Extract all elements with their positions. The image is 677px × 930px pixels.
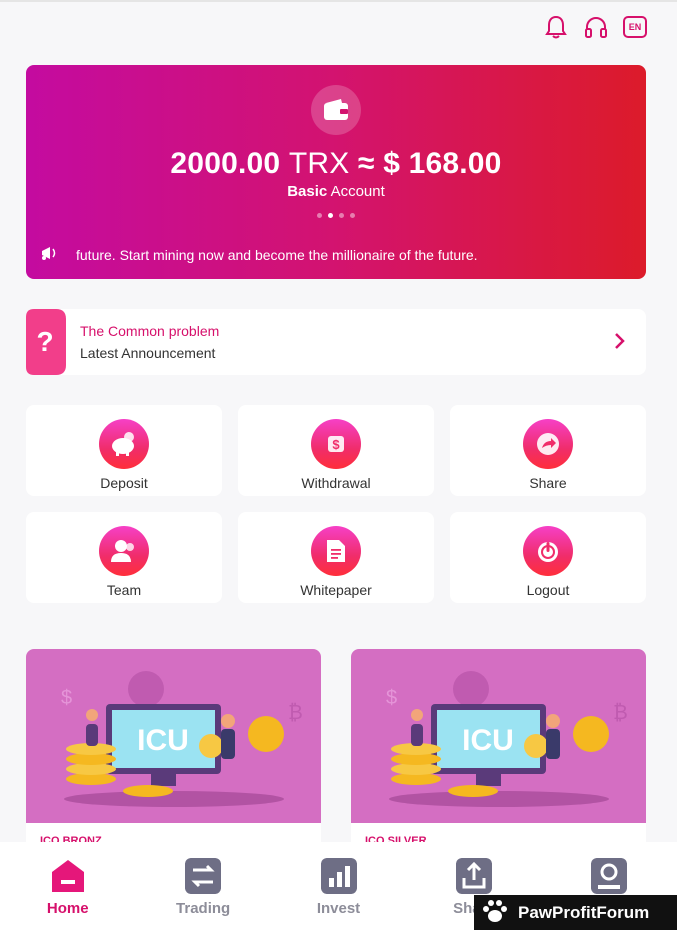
share-arrow-icon [523, 419, 573, 469]
announcement-bar[interactable]: ? The Common problem Latest Announcement [26, 309, 646, 375]
logout-label: Logout [526, 582, 570, 598]
news-marquee: future. Start mining now and become the … [40, 243, 478, 266]
question-icon: ? [26, 309, 66, 375]
bar-chart-icon [320, 858, 357, 894]
balance-unit: TRX [288, 147, 350, 180]
plan-card[interactable]: ICU $ ₿ ICO BRONZ [26, 649, 321, 849]
ico-art-text: ICU [137, 724, 189, 757]
dollar-coin-icon: $ [311, 419, 361, 469]
paw-icon [480, 896, 510, 929]
slide-indicator [26, 213, 646, 218]
svg-text:₿: ₿ [613, 702, 628, 724]
ico-illustration: ICU $ ₿ [26, 649, 321, 823]
language-button[interactable]: EN [623, 16, 647, 38]
whitepaper-button[interactable]: Whitepaper [238, 512, 434, 603]
balance-banner: 2000.00 TRX ≈ $ 168.00 Basic Account fut… [26, 65, 646, 279]
bell-icon[interactable] [543, 14, 569, 40]
withdrawal-label: Withdrawal [301, 475, 371, 491]
deposit-label: Deposit [100, 475, 148, 491]
tab-label: Home [46, 900, 89, 917]
chevron-right-icon [614, 331, 626, 356]
watermark-text: PawProfitForum [518, 902, 650, 922]
usd-value: $ 168.00 [383, 147, 502, 180]
headset-icon[interactable] [583, 14, 609, 40]
ico-illustration: ICU $ ₿ [351, 649, 646, 823]
profile-icon [591, 858, 628, 894]
piggy-bank-icon [99, 419, 149, 469]
svg-text:$: $ [386, 687, 397, 709]
tab-invest[interactable]: Invest [271, 842, 406, 930]
balance-display: 2000.00 TRX ≈ $ 168.00 [26, 147, 646, 181]
withdrawal-button[interactable]: $ Withdrawal [238, 405, 434, 496]
announcement-title: The Common problem [80, 323, 220, 339]
team-label: Team [106, 582, 142, 598]
exchange-icon [185, 858, 222, 894]
svg-text:₿: ₿ [288, 702, 303, 724]
plan-cards: ICU $ ₿ ICO BRONZ ICU $ ₿ ICO SILVER [26, 649, 646, 849]
account-level-name: Basic [287, 183, 328, 200]
ico-art-text: ICU [462, 724, 514, 757]
tab-trading[interactable]: Trading [135, 842, 270, 930]
tab-home[interactable]: Home [0, 842, 135, 930]
svg-text:$: $ [61, 687, 72, 709]
tab-label: Invest [316, 900, 361, 917]
megaphone-icon [40, 243, 60, 266]
upload-icon [455, 858, 492, 894]
team-button[interactable]: Team [26, 512, 222, 603]
approx-symbol: ≈ [357, 147, 375, 180]
power-icon [523, 526, 573, 576]
slide-dot[interactable] [317, 213, 322, 218]
slide-dot[interactable] [339, 213, 344, 218]
account-level: Basic Account [26, 183, 646, 200]
action-grid: Deposit $ Withdrawal Share Team Whitepap… [26, 405, 646, 603]
home-icon [51, 860, 84, 892]
svg-text:$: $ [332, 437, 340, 452]
wallet-icon [311, 85, 361, 135]
deposit-button[interactable]: Deposit [26, 405, 222, 496]
slide-dot[interactable] [328, 213, 333, 218]
share-button[interactable]: Share [450, 405, 646, 496]
share-label: Share [529, 475, 567, 491]
plan-card[interactable]: ICU $ ₿ ICO SILVER [351, 649, 646, 849]
top-divider [0, 0, 677, 2]
balance-amount: 2000.00 [170, 147, 281, 180]
users-icon [99, 526, 149, 576]
marquee-text: future. Start mining now and become the … [76, 246, 478, 263]
account-suffix: Account [330, 183, 385, 200]
slide-dot[interactable] [350, 213, 355, 218]
whitepaper-label: Whitepaper [300, 582, 372, 598]
svg-text:?: ? [36, 326, 53, 357]
document-icon [311, 526, 361, 576]
announcement-subtitle: Latest Announcement [80, 345, 216, 361]
tab-label: Trading [176, 900, 231, 917]
top-bar: EN [543, 14, 647, 40]
watermark: PawProfitForum [474, 895, 677, 930]
logout-button[interactable]: Logout [450, 512, 646, 603]
